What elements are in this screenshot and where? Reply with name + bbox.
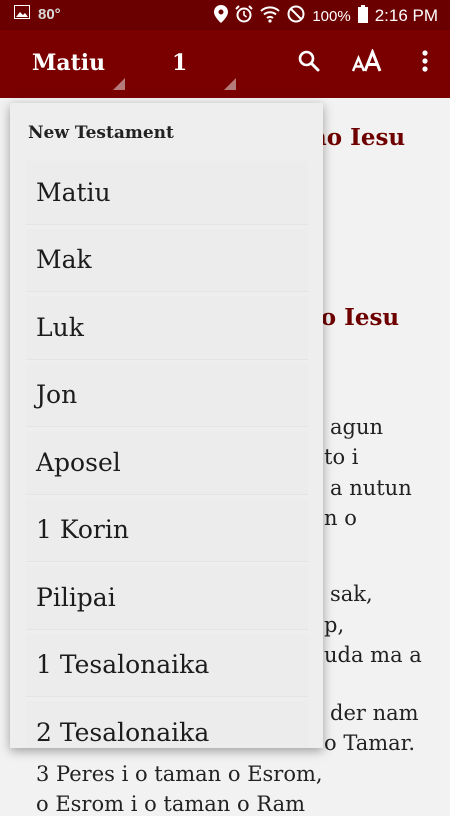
do-not-disturb-icon <box>287 5 305 27</box>
chapter-label: 1 <box>172 50 188 76</box>
battery-icon <box>357 5 368 27</box>
search-button[interactable] <box>294 48 324 78</box>
image-icon <box>14 5 30 23</box>
location-icon <box>214 5 229 27</box>
verse-text: p, <box>324 613 345 637</box>
chapter-selector[interactable]: 1 <box>160 30 238 98</box>
verse-text: o Tamar. <box>324 731 416 755</box>
temperature-text: 80° <box>38 5 61 23</box>
battery-text: 100% <box>312 7 351 25</box>
book-item-luk[interactable]: Luk <box>26 296 308 360</box>
book-dropdown-menu: New Testament Matiu Mak Luk Jon Aposel 1… <box>10 103 323 748</box>
text-size-icon <box>351 47 382 77</box>
text-size-button[interactable] <box>351 47 382 78</box>
more-options-button[interactable] <box>410 48 440 78</box>
book-item-2-tesalonaika[interactable]: 2 Tesalonaika <box>26 701 308 748</box>
book-label: Matiu <box>32 50 106 76</box>
clock-text: 2:16 PM <box>374 6 438 25</box>
verse-text: a nutun <box>330 476 412 500</box>
book-list: Matiu Mak Luk Jon Aposel 1 Korin Pilipai… <box>26 161 308 748</box>
book-item-mak[interactable]: Mak <box>26 228 308 292</box>
alarm-icon <box>235 5 254 27</box>
status-bar: 80° 100% 2:16 PM <box>0 0 450 30</box>
book-item-matiu[interactable]: Matiu <box>26 161 308 225</box>
verse-text: to i <box>324 445 359 469</box>
testament-header: New Testament <box>28 123 174 143</box>
dropdown-triangle-icon <box>224 78 236 90</box>
search-icon <box>297 49 321 77</box>
book-item-1-tesalonaika[interactable]: 1 Tesalonaika <box>26 633 308 697</box>
app-bar: Matiu 1 <box>0 30 450 98</box>
section-heading: no Iesu <box>310 124 406 151</box>
verse-text: o Esrom i o taman o Ram <box>36 792 306 816</box>
verse-text: agun <box>330 415 384 439</box>
book-selector[interactable]: Matiu <box>22 30 127 98</box>
book-item-pilipai[interactable]: Pilipai <box>26 566 308 630</box>
wifi-icon <box>260 5 281 27</box>
verse-text: 3 Peres i o taman o Esrom, <box>36 762 323 786</box>
verse-text: sak, <box>330 582 373 606</box>
verse-text: der nam <box>330 701 419 725</box>
dropdown-triangle-icon <box>113 78 125 90</box>
book-item-aposel[interactable]: Aposel <box>26 431 308 495</box>
more-vert-icon <box>421 49 429 77</box>
verse-text: uda ma a <box>324 643 422 667</box>
verse-text: n o <box>324 506 357 530</box>
book-item-jon[interactable]: Jon <box>26 363 308 427</box>
book-item-1-korin[interactable]: 1 Korin <box>26 498 308 562</box>
